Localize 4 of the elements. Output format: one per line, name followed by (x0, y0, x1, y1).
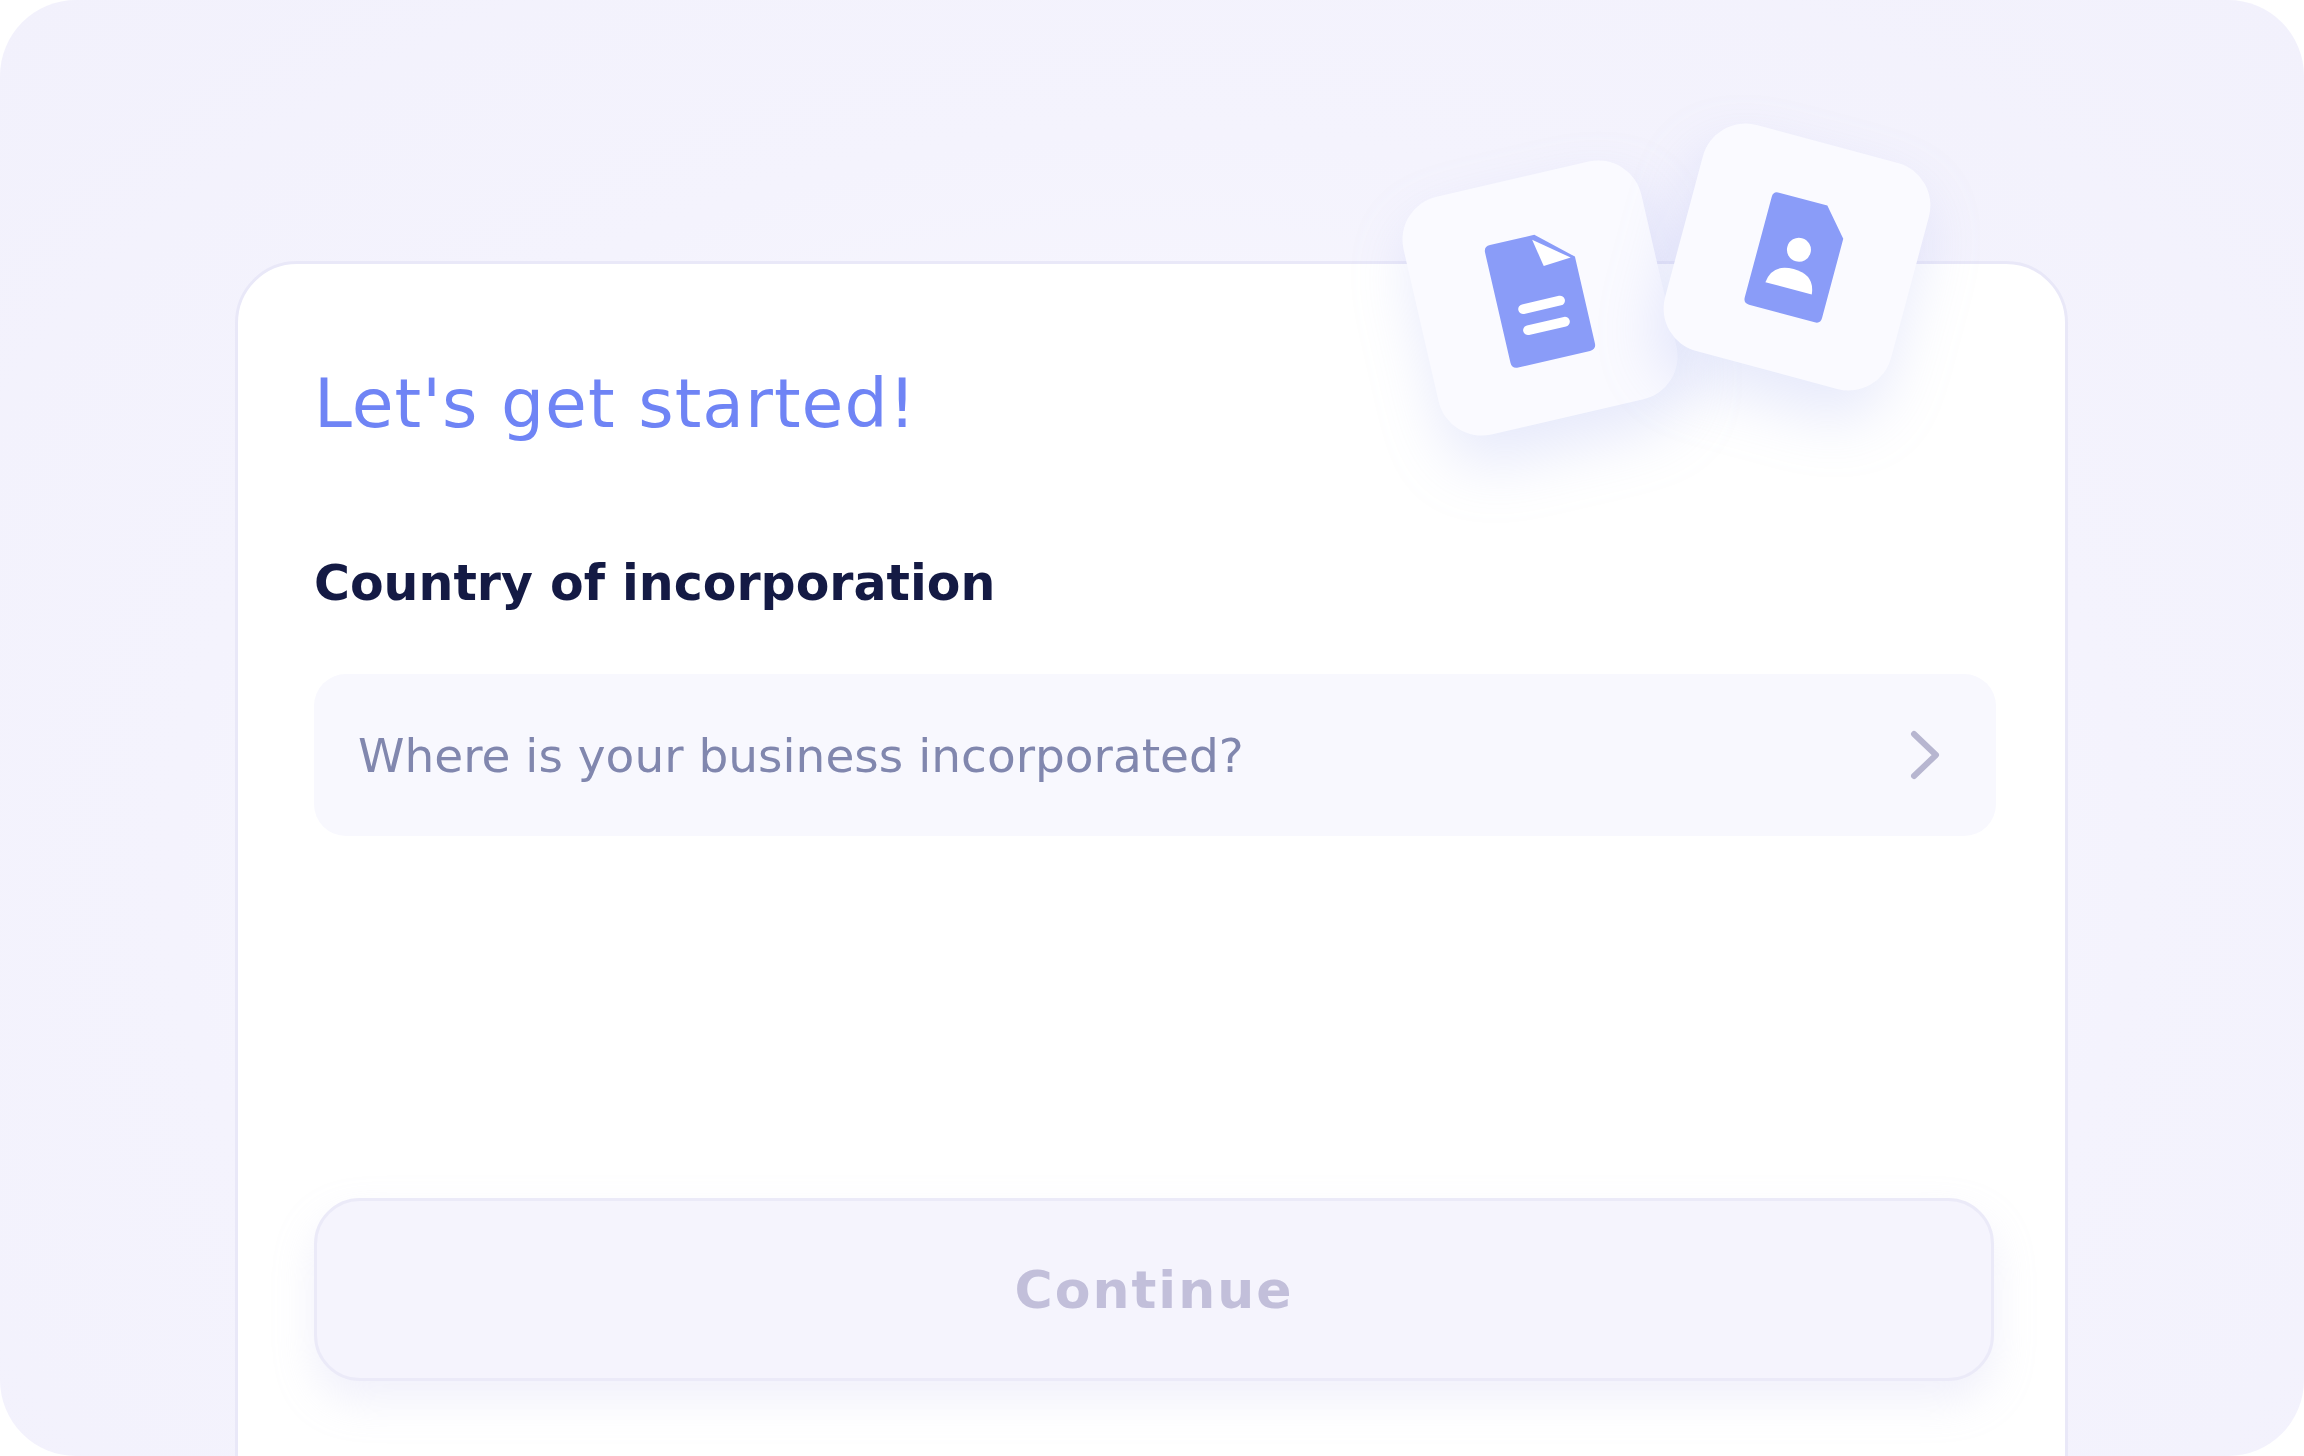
field-label: Country of incorporation (314, 555, 997, 612)
page-title: Let's get started! (314, 364, 918, 443)
chevron-right-icon (1910, 730, 1940, 780)
country-select-field[interactable]: Where is your business incorporated? (314, 674, 1996, 836)
